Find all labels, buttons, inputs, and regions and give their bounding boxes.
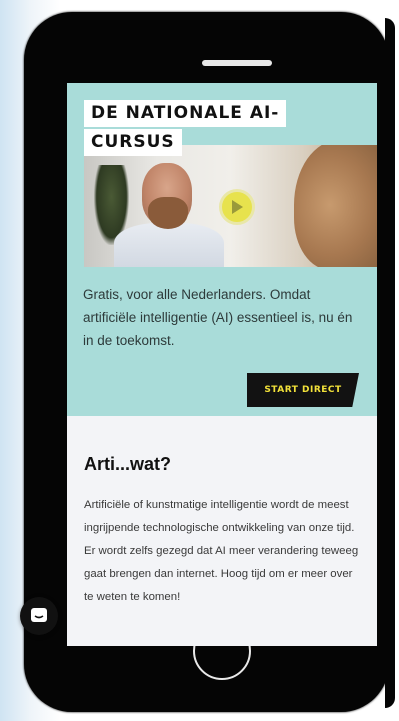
page-title-line-1: DE NATIONALE AI- — [84, 100, 287, 127]
video-presenter-beard — [148, 197, 188, 229]
chat-icon[interactable] — [20, 597, 58, 635]
hero-intro-text: Gratis, voor alle Nederlanders. Omdat ar… — [83, 287, 353, 348]
article-body: Artificiële of kunstmatige intelligentie… — [84, 499, 359, 603]
article-section: Arti...wat? Artificiële of kunstmatige i… — [67, 416, 377, 646]
course-video-thumbnail[interactable] — [84, 145, 377, 267]
page-title-line-2: CURSUS — [84, 129, 182, 156]
phone-speaker — [202, 60, 272, 66]
hero-section: DE NATIONALE AI- CURSUS Gratis, voor all… — [67, 83, 377, 416]
video-presenter-shirt — [114, 223, 224, 267]
video-listener-hair — [294, 145, 377, 267]
phone-screen: DE NATIONALE AI- CURSUS Gratis, voor all… — [67, 83, 377, 646]
start-direct-button[interactable]: START DIRECT — [247, 373, 359, 407]
phone-rim — [385, 18, 395, 708]
play-icon[interactable] — [219, 189, 255, 225]
article-heading: Arti...wat? — [84, 454, 172, 474]
